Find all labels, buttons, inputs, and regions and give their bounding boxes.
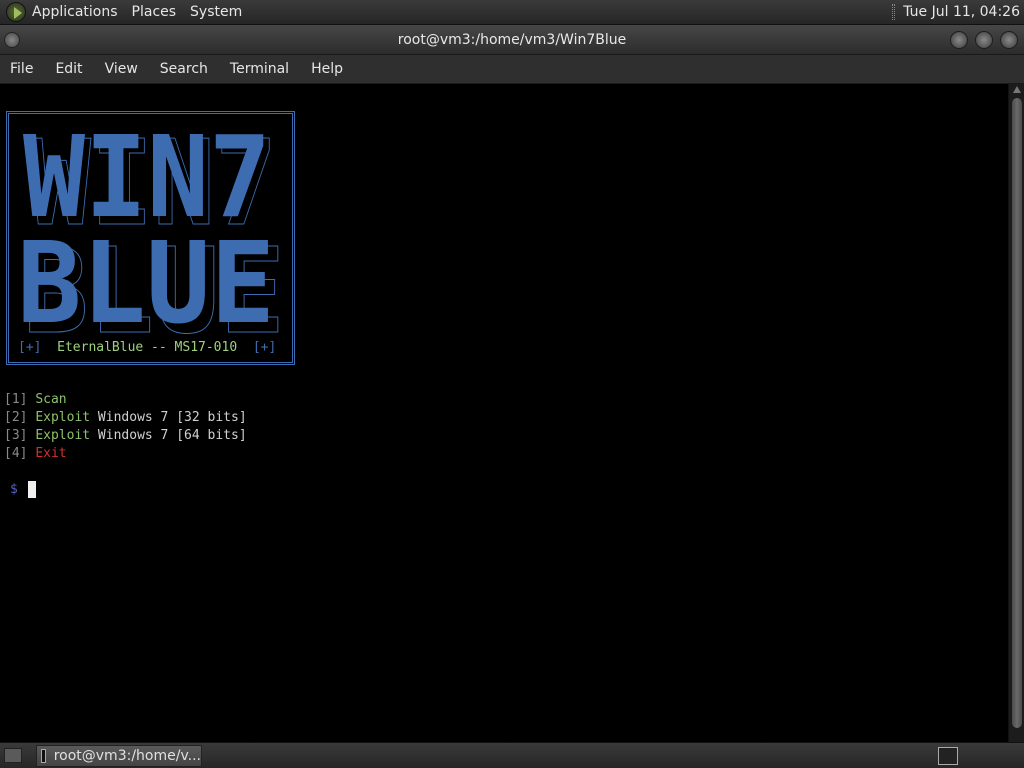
banner-line-2: BLUE (17, 219, 275, 334)
distro-logo-icon[interactable] (6, 2, 26, 22)
banner-caption: [+] EternalBlue -- MS17-010 [+] (18, 340, 288, 355)
menu-option-exploit-64: [3] Exploit Windows 7 [64 bits] (4, 427, 247, 445)
clock[interactable]: Tue Jul 11, 04:26 (903, 4, 1020, 20)
window-menu-icon[interactable] (4, 32, 20, 48)
maximize-button[interactable] (975, 31, 993, 49)
option-number: [2] (4, 410, 28, 425)
close-button[interactable] (1000, 31, 1018, 49)
option-number: [3] (4, 428, 28, 443)
window-title: root@vm3:/home/vm3/Win7Blue (397, 31, 627, 48)
terminal-screen[interactable]: WIN7 BLUE WIN7 BLUE [+] EternalBlue -- M… (0, 84, 1008, 742)
places-menu[interactable]: Places (132, 2, 177, 22)
terminal-icon (41, 749, 46, 763)
option-action: Exploit (35, 410, 91, 425)
top-panel: Applications Places System Tue Jul 11, 0… (0, 0, 1024, 25)
option-action: Exit (35, 446, 67, 461)
menu-edit[interactable]: Edit (55, 61, 82, 77)
caption-left-bracket: [+] (18, 340, 42, 355)
option-number: [4] (4, 446, 28, 461)
window-title-bar[interactable]: root@vm3:/home/vm3/Win7Blue (0, 25, 1024, 55)
command-prompt[interactable]: $ (10, 481, 36, 499)
caption-text: EternalBlue -- MS17-010 (57, 340, 238, 355)
menu-terminal[interactable]: Terminal (230, 61, 289, 77)
menu-file[interactable]: File (10, 61, 33, 77)
scrollbar-thumb[interactable] (1012, 98, 1022, 728)
bottom-panel: root@vm3:/home/v... (0, 742, 1024, 768)
option-action: Exploit (35, 428, 91, 443)
minimize-button[interactable] (950, 31, 968, 49)
system-menu[interactable]: System (190, 2, 242, 22)
menu-option-scan: [1] Scan (4, 391, 67, 409)
workspace-switcher-icon[interactable] (938, 747, 958, 765)
option-number: [1] (4, 392, 28, 407)
taskbar-item-label: root@vm3:/home/v... (53, 748, 201, 764)
prompt-symbol: $ (10, 482, 18, 497)
terminal-scrollbar[interactable] (1008, 84, 1024, 742)
scroll-up-icon[interactable] (1013, 86, 1021, 93)
menu-option-exploit-32: [2] Exploit Windows 7 [32 bits] (4, 409, 247, 427)
caption-right-bracket: [+] (252, 340, 277, 355)
menu-search[interactable]: Search (160, 61, 208, 77)
taskbar-terminal-item[interactable]: root@vm3:/home/v... (36, 745, 202, 767)
applications-menu[interactable]: Applications (32, 2, 118, 22)
menu-help[interactable]: Help (311, 61, 343, 77)
show-desktop-icon[interactable] (4, 748, 22, 763)
option-detail: Windows 7 [64 bits] (90, 428, 247, 443)
banner-art: WIN7 BLUE WIN7 BLUE (17, 114, 286, 334)
ascii-banner: WIN7 BLUE WIN7 BLUE [+] EternalBlue -- M… (6, 111, 295, 365)
menu-view[interactable]: View (105, 61, 138, 77)
menu-option-exit: [4] Exit (4, 445, 67, 463)
option-detail: Windows 7 [32 bits] (90, 410, 247, 425)
option-action: Scan (35, 392, 67, 407)
panel-grip-icon (892, 4, 896, 20)
text-cursor (27, 481, 36, 498)
terminal-menubar: File Edit View Search Terminal Help (0, 55, 1024, 84)
